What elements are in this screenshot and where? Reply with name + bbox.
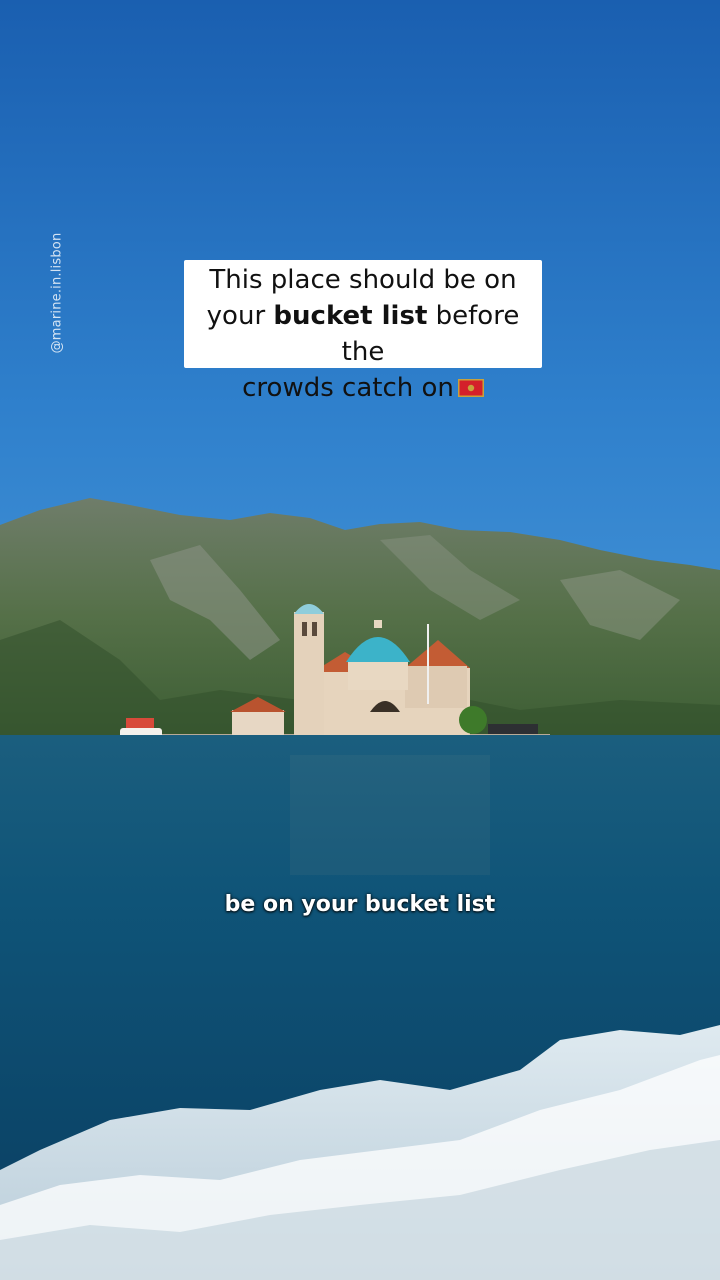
- caption-line-1: This place should be on: [209, 265, 517, 295]
- caption-line-3: crowds catch on: [190, 370, 536, 406]
- caption-overlay: This place should be on your bucket list…: [184, 260, 542, 403]
- caption-line-2: your bucket list before the: [206, 301, 520, 367]
- montenegro-flag-icon: [457, 379, 484, 397]
- subtitle-text: be on your bucket list: [224, 892, 496, 917]
- creator-watermark: @marine.in.lisbon: [49, 232, 65, 354]
- caption-emphasis: bucket list: [273, 301, 428, 331]
- video-frame-image: [0, 0, 720, 1280]
